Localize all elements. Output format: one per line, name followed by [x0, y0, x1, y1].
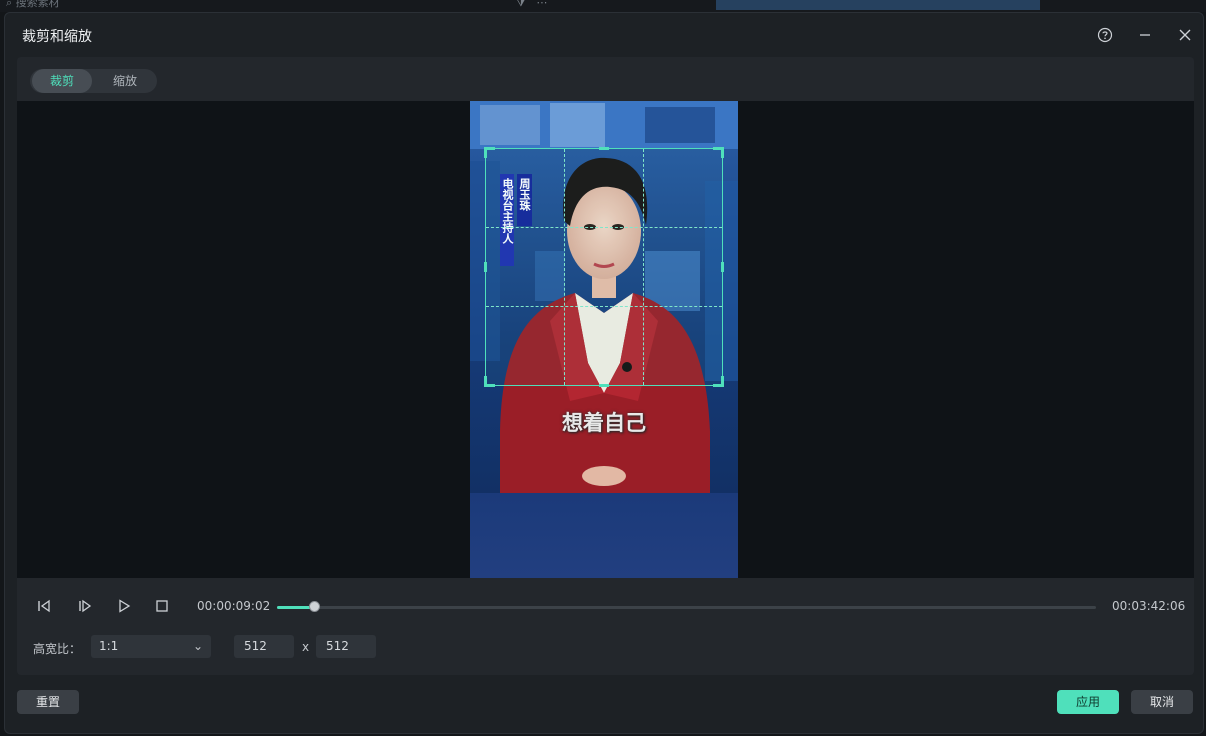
crop-handle[interactable]: [599, 384, 609, 387]
more-icon: ⋯: [536, 0, 548, 9]
apply-button[interactable]: 应用: [1057, 690, 1119, 714]
crop-gridline: [486, 306, 722, 307]
aspect-ratio-label: 高宽比：: [33, 642, 82, 656]
stop-icon[interactable]: [152, 596, 172, 616]
step-forward-icon[interactable]: [75, 596, 95, 616]
search-icon: ⌕: [6, 0, 13, 9]
timeline-handle[interactable]: [308, 601, 320, 612]
crop-handle[interactable]: [713, 376, 724, 387]
width-input[interactable]: 512: [234, 635, 294, 658]
crop-gridline: [564, 149, 565, 385]
aspect-ratio-select[interactable]: 1:1 ⌄: [91, 635, 211, 658]
crop-handle[interactable]: [713, 147, 724, 158]
video-preview: 周玉珠 电视台主持人 想着自己: [17, 101, 1194, 578]
close-icon[interactable]: [1175, 25, 1195, 45]
current-time: 00:00:09:02: [197, 599, 271, 613]
background-search: ⌕ 搜索素材: [6, 0, 60, 12]
dimension-separator: x: [302, 640, 310, 654]
step-back-icon[interactable]: [34, 596, 54, 616]
crop-handle[interactable]: [484, 262, 487, 272]
cancel-button[interactable]: 取消: [1131, 690, 1193, 714]
crop-box[interactable]: [484, 147, 724, 387]
playback-controls: 00:00:09:02 00:03:42:06 高宽比： 1:1 ⌄ 512 x…: [17, 578, 1194, 675]
minimize-icon[interactable]: [1135, 25, 1155, 45]
crop-handle[interactable]: [484, 376, 495, 387]
total-time: 00:03:42:06: [1112, 599, 1186, 613]
editor-panel: 裁剪 缩放 周玉珠 电视台主持人 想着自己 00:00:09:02 00:03:…: [17, 57, 1194, 675]
crop-handle[interactable]: [484, 147, 495, 158]
play-icon[interactable]: [114, 596, 134, 616]
background-search-text: 搜索素材: [15, 0, 60, 9]
help-icon[interactable]: [1095, 25, 1115, 45]
timeline-slider[interactable]: [277, 601, 1096, 612]
crop-gridline: [643, 149, 644, 385]
aspect-ratio-value: 1:1: [99, 639, 119, 653]
video-frame: 周玉珠 电视台主持人 想着自己: [470, 101, 738, 578]
mode-tabs: 裁剪 缩放: [30, 69, 157, 93]
crop-handle[interactable]: [721, 262, 724, 272]
filter-icon: ⧩: [516, 0, 526, 9]
tab-crop[interactable]: 裁剪: [32, 69, 92, 93]
height-input[interactable]: 512: [316, 635, 376, 658]
reset-button[interactable]: 重置: [17, 690, 79, 714]
video-caption: 想着自己: [562, 411, 646, 435]
background-filter-icons: ⧩ ⋯: [516, 0, 548, 9]
background-thumbnail: [716, 0, 1040, 10]
chevron-down-icon: ⌄: [192, 639, 203, 653]
crop-gridline: [486, 227, 722, 228]
crop-zoom-dialog: 裁剪和缩放 裁剪 缩放 周玉珠 电视台主持人 想着自己 00:00:09:02 …: [4, 12, 1204, 734]
crop-handle[interactable]: [599, 147, 609, 150]
tab-zoom[interactable]: 缩放: [96, 69, 154, 93]
dialog-titlebar: 裁剪和缩放: [5, 13, 1203, 57]
dialog-title: 裁剪和缩放: [22, 29, 92, 45]
